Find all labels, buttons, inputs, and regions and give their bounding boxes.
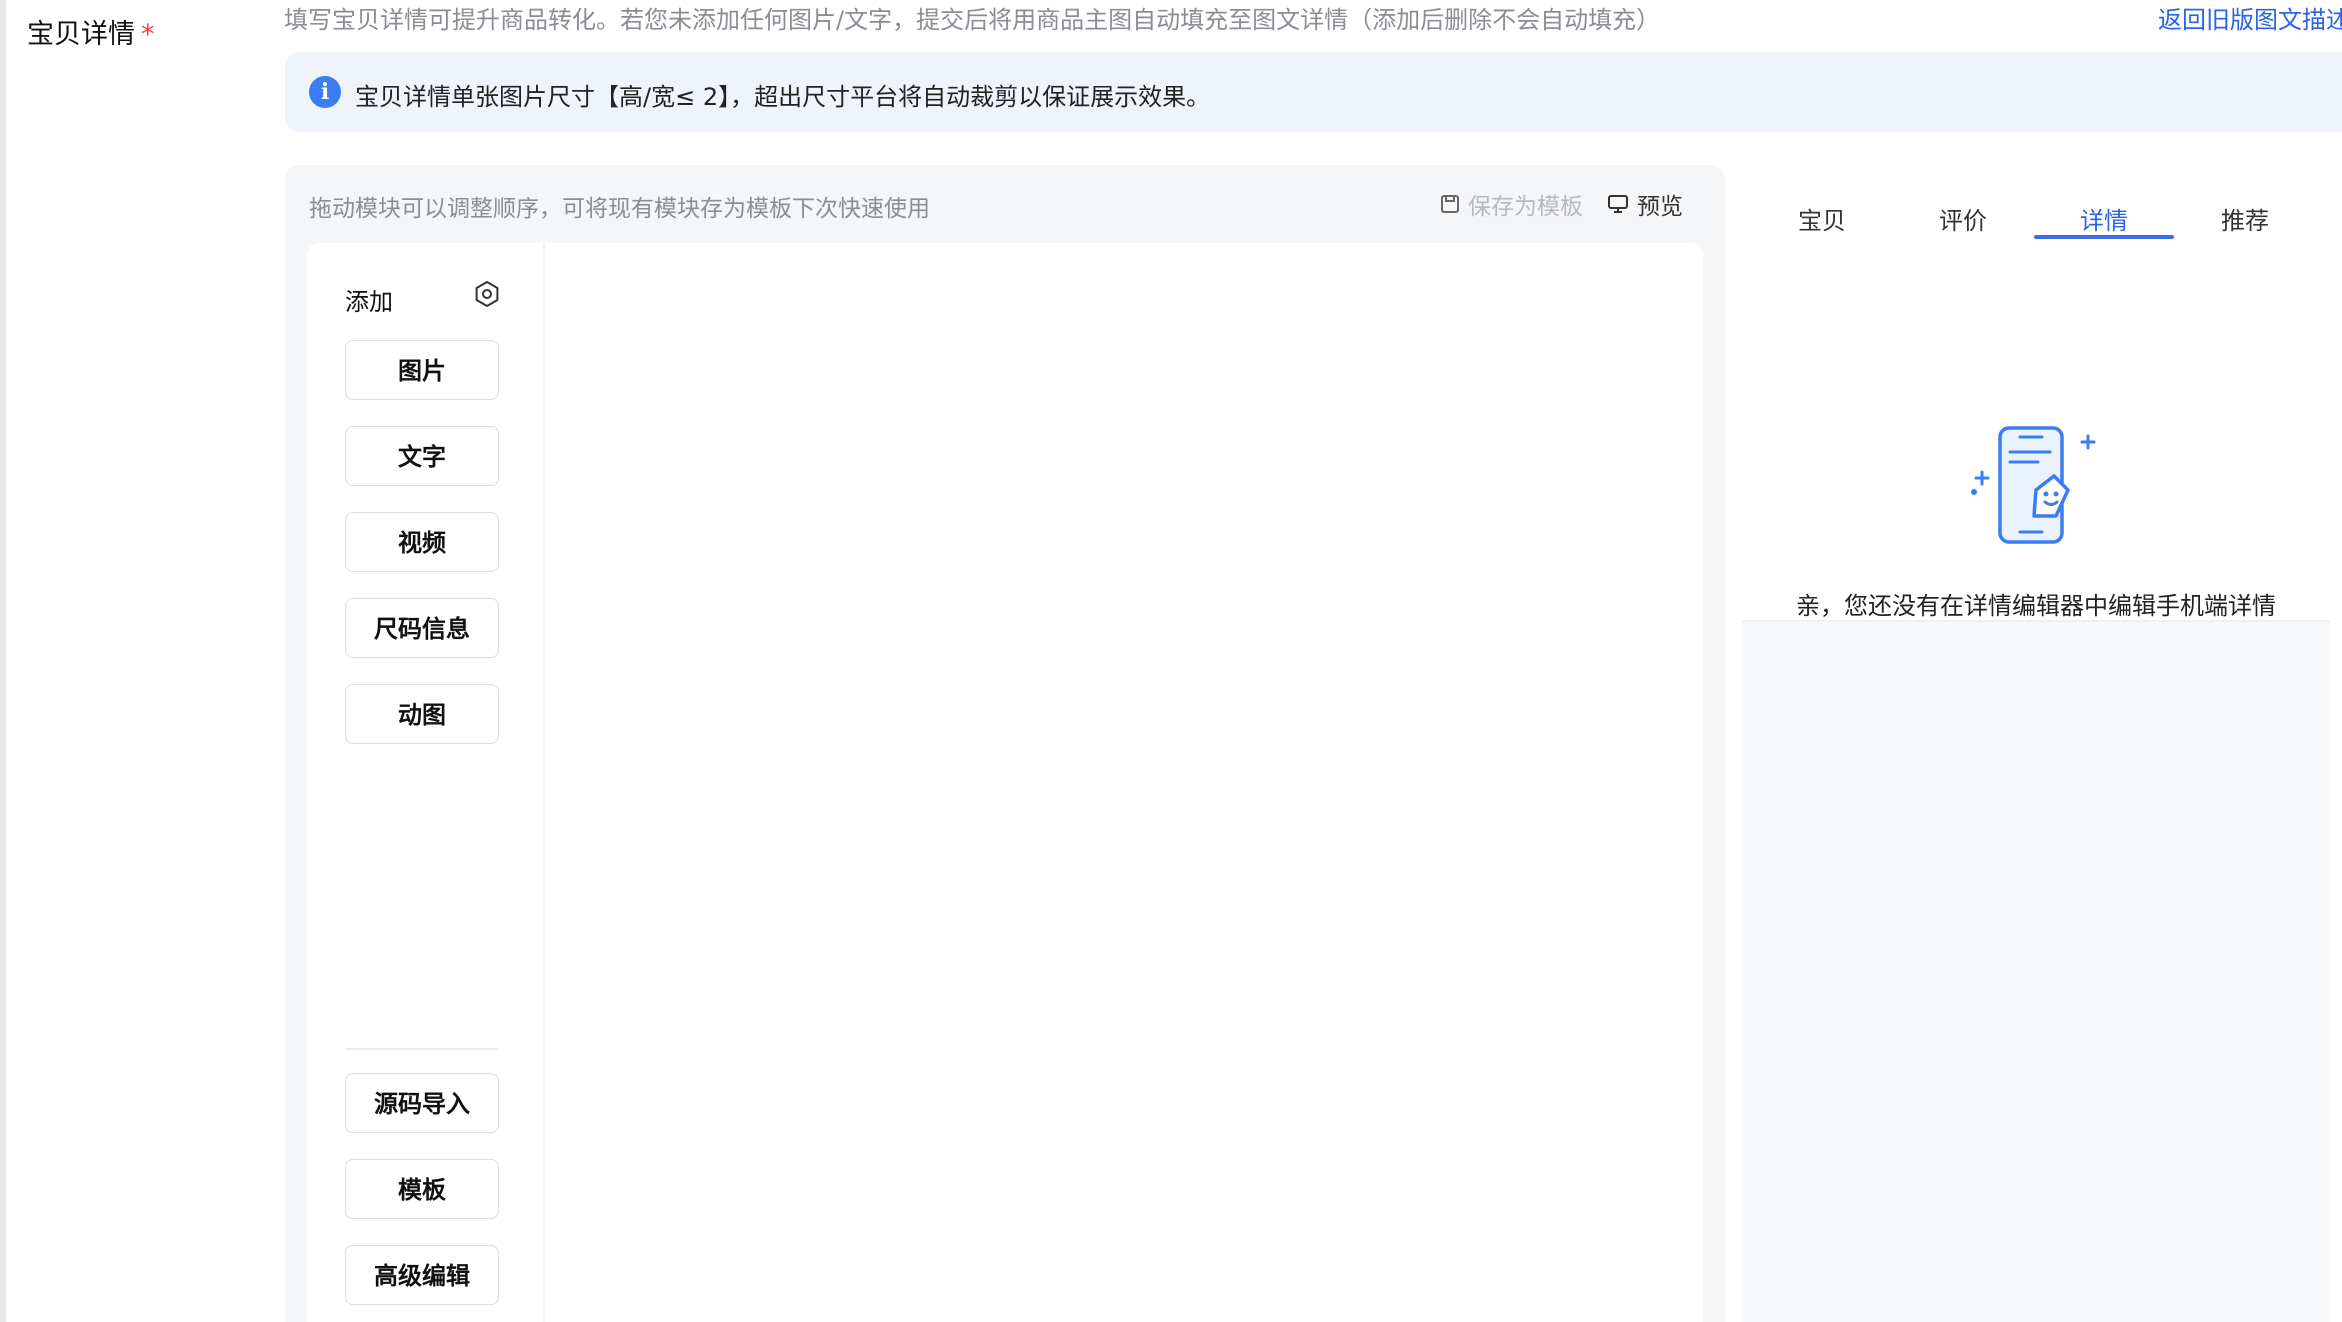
left-edge-strip bbox=[0, 0, 6, 1322]
add-gif-button[interactable]: 动图 bbox=[345, 684, 499, 744]
detail-hint: 填写宝贝详情可提升商品转化。若您未添加任何图片/文字，提交后将用商品主图自动填充… bbox=[284, 6, 1661, 34]
template-button[interactable]: 模板 bbox=[345, 1159, 499, 1219]
editor-canvas[interactable]: 添加 图片 文字 视频 尺码信息 动图 源码导入 模板 高级编辑 bbox=[307, 243, 1703, 1322]
preview-tabs: 宝贝 评价 详情 推荐 bbox=[1742, 186, 2330, 240]
detail-editor: 拖动模块可以调整顺序，可将现有模块存为模板下次快速使用 保存为模板 预览 添加 … bbox=[285, 165, 1725, 1322]
module-sidebar: 添加 图片 文字 视频 尺码信息 动图 源码导入 模板 高级编辑 bbox=[307, 243, 545, 1322]
info-icon: i bbox=[309, 76, 341, 108]
preview-content: 宝贝 评价 详情 推荐 亲，您还没有在详情编辑器中编辑手机端详情 bbox=[1742, 186, 2330, 622]
back-to-old-version-link[interactable]: 返回旧版图文描述 bbox=[2158, 0, 2342, 35]
module-divider bbox=[345, 1048, 499, 1050]
tab-reviews[interactable]: 评价 bbox=[1893, 201, 2033, 236]
active-tab-underline bbox=[2034, 235, 2174, 239]
add-text-button[interactable]: 文字 bbox=[345, 426, 499, 486]
add-image-button[interactable]: 图片 bbox=[345, 340, 499, 400]
monitor-icon bbox=[1608, 195, 1628, 213]
mobile-preview-panel: 宝贝 评价 详情 推荐 亲，您还没有在详情编辑器中编辑手机端详情 bbox=[1742, 186, 2330, 1322]
tab-details[interactable]: 详情 bbox=[2034, 201, 2174, 236]
notice-text: 宝贝详情单张图片尺寸【高/宽≤ 2】，超出尺寸平台将自动裁剪以保证展示效果。 bbox=[355, 83, 1211, 111]
add-video-button[interactable]: 视频 bbox=[345, 512, 499, 572]
notice-banner: i 宝贝详情单张图片尺寸【高/宽≤ 2】，超出尺寸平台将自动裁剪以保证展示效果。 bbox=[285, 52, 2342, 132]
preview-button[interactable]: 预览 bbox=[1607, 187, 1683, 221]
required-mark: * bbox=[141, 19, 155, 50]
settings-icon[interactable] bbox=[473, 280, 501, 308]
empty-phone-icon bbox=[1971, 426, 2096, 544]
add-size-info-button[interactable]: 尺码信息 bbox=[345, 598, 499, 658]
add-title: 添加 bbox=[345, 288, 393, 316]
save-as-template-button[interactable]: 保存为模板 bbox=[1440, 187, 1583, 221]
save-as-template-label: 保存为模板 bbox=[1468, 194, 1583, 220]
advanced-edit-button[interactable]: 高级编辑 bbox=[345, 1245, 499, 1305]
tab-item[interactable]: 宝贝 bbox=[1752, 201, 1892, 236]
source-import-button[interactable]: 源码导入 bbox=[345, 1073, 499, 1133]
editor-tip: 拖动模块可以调整顺序，可将现有模块存为模板下次快速使用 bbox=[309, 196, 930, 222]
field-label: 宝贝详情 * bbox=[27, 12, 155, 51]
preview-label: 预览 bbox=[1637, 194, 1683, 220]
tab-recommend[interactable]: 推荐 bbox=[2175, 201, 2315, 236]
field-label-text: 宝贝详情 bbox=[27, 19, 135, 50]
save-icon bbox=[1441, 195, 1459, 213]
empty-state-text: 亲，您还没有在详情编辑器中编辑手机端详情 bbox=[1796, 592, 2276, 620]
